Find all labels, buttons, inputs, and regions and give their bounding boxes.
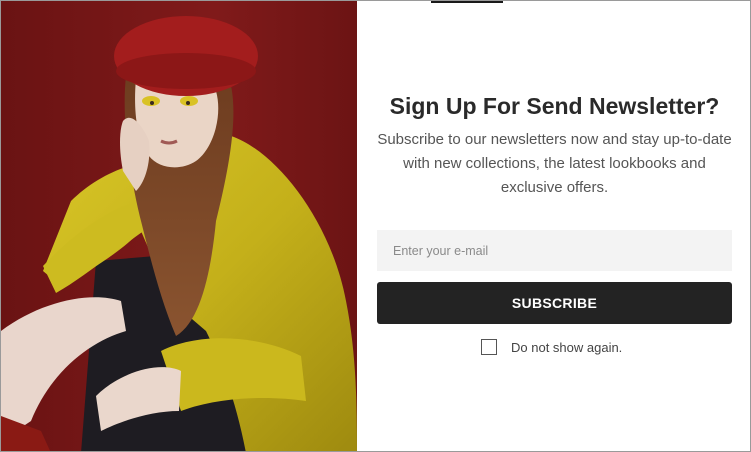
newsletter-title: Sign Up For Send Newsletter? [389,93,720,119]
email-input[interactable] [377,230,732,271]
subscribe-button[interactable]: SUBSCRIBE [377,282,732,324]
newsletter-content: Sign Up For Send Newsletter? Subscribe t… [357,1,750,451]
do-not-show-checkbox[interactable] [481,339,497,355]
newsletter-popup: Sign Up For Send Newsletter? Subscribe t… [0,0,751,452]
do-not-show-again-option[interactable]: Do not show again. [481,337,622,357]
newsletter-description: Subscribe to our newsletters now and sta… [377,131,732,196]
fashion-model-illustration [1,1,357,451]
do-not-show-label: Do not show again. [511,339,623,355]
model-photo [1,1,357,451]
